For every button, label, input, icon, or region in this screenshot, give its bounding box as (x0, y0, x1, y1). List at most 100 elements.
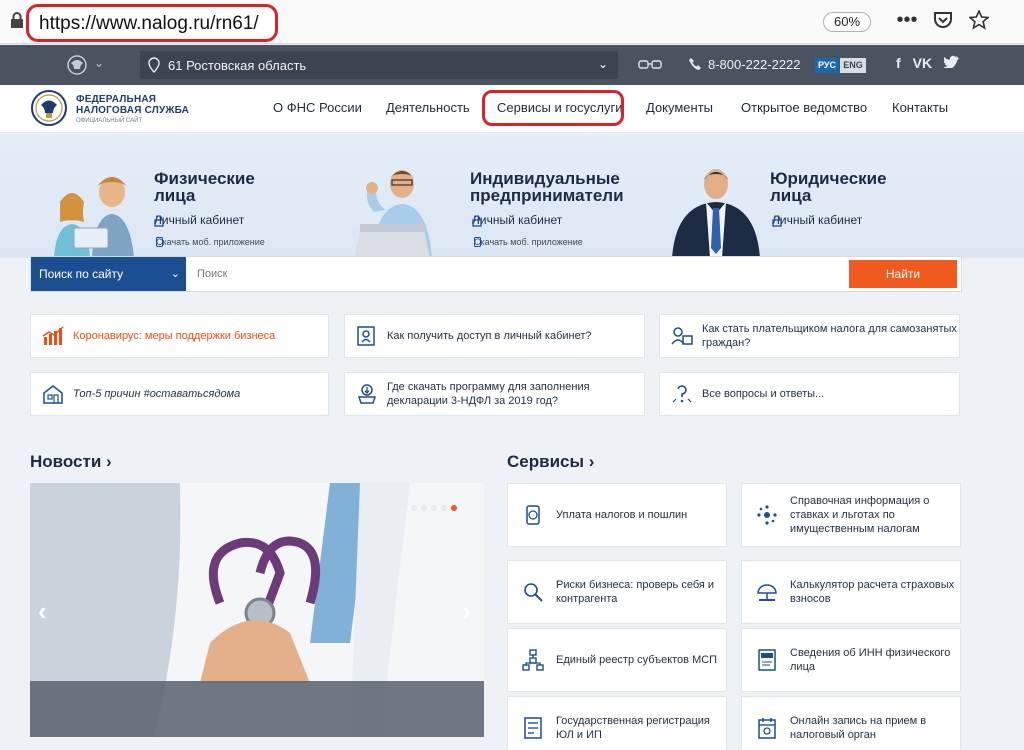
site-search: Поиск по сайту ⌄ Найти (30, 256, 962, 292)
chart-icon (42, 326, 64, 345)
location-pin-icon (148, 57, 160, 73)
news-slider[interactable] (30, 483, 484, 737)
mobile-phone-icon (156, 237, 163, 247)
persona-title-2: предприниматели (470, 186, 624, 205)
service-insurance-calculator[interactable]: Калькулятор расчета страховых взносов (741, 560, 961, 624)
zoom-level[interactable]: 60% (823, 12, 871, 32)
persona-title: Физические (154, 169, 255, 188)
slider-dot[interactable] (431, 505, 437, 511)
mother-child-illustration (54, 177, 134, 258)
slider-dots[interactable] (411, 505, 457, 511)
umbrella-icon (757, 584, 777, 601)
nav-contacts[interactable]: Контакты (892, 100, 948, 115)
services-title[interactable]: Сервисы › (507, 452, 594, 472)
lang-en-button[interactable]: ENG (840, 58, 866, 73)
service-tax-payment[interactable]: Уплата налогов и пошлин (507, 483, 727, 547)
appointment-icon (758, 718, 776, 739)
persona-title: Индивидуальные (470, 169, 620, 188)
persona-entrepreneurs[interactable]: Индивидуальные предприниматели Личный ка… (344, 134, 654, 258)
hero-personas: Физические лица Личный кабинет Скачать м… (0, 134, 1024, 258)
cabinet-link[interactable]: Личный кабинет (154, 213, 244, 227)
logo-line-1: ФЕДЕРАЛЬНАЯ (76, 94, 157, 105)
lock-icon (772, 215, 782, 227)
facebook-icon[interactable]: f (896, 55, 901, 71)
cabinet-link[interactable]: Личный кабинет (472, 213, 562, 227)
phone-icon (689, 58, 701, 70)
quick-link-stay-home[interactable]: Топ-5 причин #оставатьсядома (30, 372, 329, 416)
logo-line-2: НАЛОГОВАЯ СЛУЖБА (76, 105, 190, 116)
mobile-phone-icon (474, 237, 481, 247)
businessman-illustration (672, 169, 760, 258)
house-icon (43, 385, 63, 404)
service-online-appointment[interactable]: Онлайн запись на прием в налоговый орган (741, 696, 961, 750)
download-icon (357, 384, 377, 404)
lock-icon (472, 215, 482, 227)
persona-title: Юридические (770, 169, 887, 188)
browser-toolbar: https://www.nalog.ru/rn61/ 60% ••• (0, 0, 1024, 44)
chevron-down-icon[interactable]: ⌄ (94, 56, 104, 70)
quick-link-self-employed[interactable]: Как стать плательщиком налога для самоза… (659, 314, 960, 358)
nav-documents[interactable]: Документы (646, 100, 713, 115)
search-scope-select[interactable]: Поиск по сайту ⌄ (31, 257, 186, 291)
persona-title-2: лица (770, 186, 812, 205)
magnifier-icon (524, 583, 543, 602)
logo-line-3: ОФИЦИАЛЬНЫЙ САЙТ (76, 118, 143, 124)
address-bar[interactable]: https://www.nalog.ru/rn61/ (26, 4, 278, 42)
nav-open-agency[interactable]: Открытое ведомство (741, 100, 867, 115)
glasses-icon[interactable] (638, 59, 662, 71)
quick-link-covid[interactable]: Коронавирус: меры поддержки бизнеса (30, 314, 329, 358)
search-input[interactable] (189, 257, 839, 291)
service-business-risks[interactable]: Риски бизнеса: проверь себя и контрагент… (507, 560, 727, 624)
network-icon (522, 649, 544, 671)
cabinet-link[interactable]: Личный кабинет (772, 213, 862, 227)
twitter-icon[interactable] (943, 55, 959, 71)
slider-dot[interactable] (441, 505, 447, 511)
man-laptop-illustration (354, 170, 432, 258)
service-inn-info[interactable]: Сведения об ИНН физического лица (741, 628, 961, 692)
quick-link-cabinet-access[interactable]: Как получить доступ в личный кабинет? (344, 314, 645, 358)
nav-about[interactable]: О ФНС России (273, 100, 362, 115)
lock-icon (11, 12, 23, 28)
eagle-emblem-icon[interactable] (66, 54, 88, 76)
quick-link-faq[interactable]: Все вопросы и ответы... (659, 372, 960, 416)
inn-document-icon (758, 649, 776, 671)
top-strip: ⌄ 61 Ростовская область ⌄ 8-800-222-2222… (0, 45, 1024, 85)
star-icon[interactable] (968, 8, 990, 32)
site-logo-text[interactable]: ФЕДЕРАЛЬНАЯ НАЛОГОВАЯ СЛУЖБА ОФИЦИАЛЬНЫЙ… (76, 94, 189, 127)
question-icon (672, 385, 692, 403)
more-icon[interactable]: ••• (896, 8, 918, 32)
pocket-icon[interactable] (932, 8, 954, 32)
lock-icon (154, 215, 164, 227)
registration-document-icon (524, 717, 542, 739)
service-property-tax-info[interactable]: Справочная информация о ставках и льгота… (741, 483, 961, 547)
lang-ru-button[interactable]: РУС (815, 58, 839, 73)
slider-dot[interactable] (421, 505, 427, 511)
doctor-stethoscope-photo (30, 483, 484, 737)
slider-dot[interactable] (411, 505, 417, 511)
nav-activity[interactable]: Деятельность (386, 100, 470, 115)
cabinet-icon (357, 326, 375, 346)
app-link[interactable]: Скачать моб. приложение (156, 237, 265, 247)
persona-legal-entities[interactable]: Юридические лица Личный кабинет (666, 134, 966, 258)
region-select[interactable]: 61 Ростовская область ⌄ (140, 51, 618, 79)
selfemployed-icon (671, 327, 693, 345)
payment-icon (526, 505, 540, 525)
info-dots-icon (757, 505, 777, 525)
persona-title-2: лица (154, 186, 196, 205)
slider-dot-active[interactable] (451, 505, 457, 511)
news-title[interactable]: Новости › (30, 452, 112, 472)
chevron-down-icon: ⌄ (170, 268, 180, 280)
service-msp-registry[interactable]: Единый реестр субъектов МСП (507, 628, 727, 692)
service-state-registration[interactable]: Государственная регистрация ЮЛ и ИП (507, 696, 727, 750)
region-label: 61 Ростовская область (168, 57, 307, 73)
hotline-phone[interactable]: 8-800-222-2222 (708, 57, 801, 72)
search-button[interactable]: Найти (849, 260, 957, 288)
fns-emblem-icon[interactable] (30, 89, 68, 127)
persona-individuals[interactable]: Физические лица Личный кабинет Скачать м… (44, 134, 324, 258)
app-link[interactable]: Скачать моб. приложение (474, 237, 583, 247)
quick-link-3ndfl-download[interactable]: Где скачать программу для заполнения дек… (344, 372, 645, 416)
chevron-right-icon[interactable]: › (462, 596, 471, 627)
chevron-down-icon: ⌄ (597, 57, 608, 71)
vk-icon[interactable]: VK (913, 55, 932, 71)
chevron-left-icon[interactable]: ‹ (38, 596, 47, 627)
